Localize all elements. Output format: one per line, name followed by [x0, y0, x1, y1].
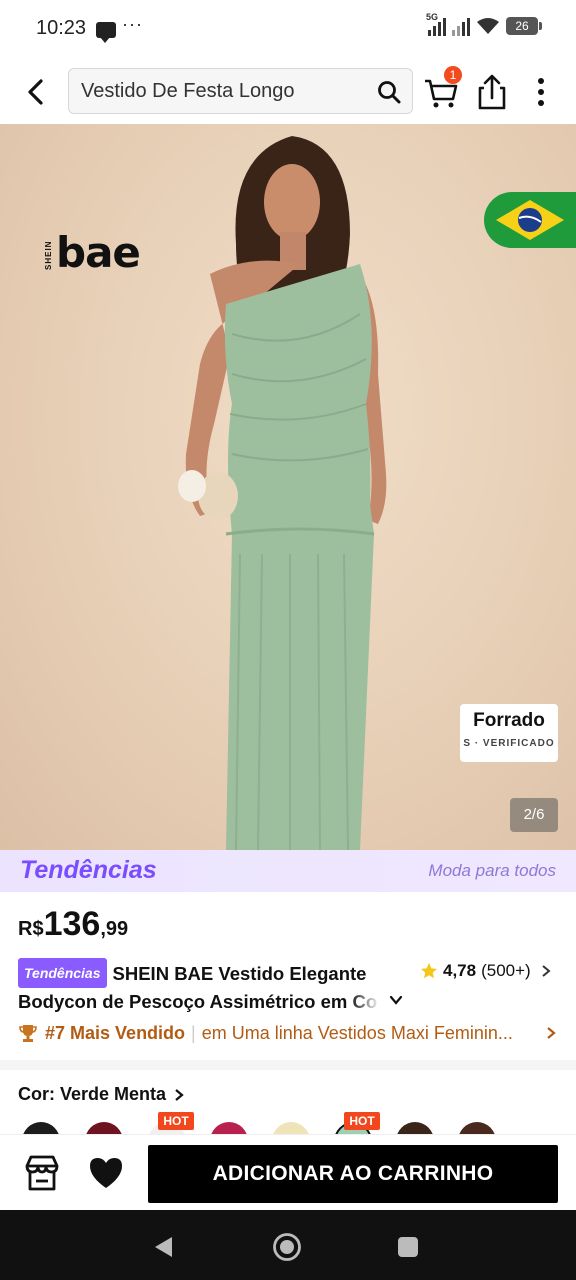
product-title-line2: Bodycon de Pescoço Assimétrico em Co	[18, 991, 378, 1012]
system-home-icon[interactable]	[272, 1232, 302, 1262]
color-label: Cor: Verde Menta	[18, 1084, 167, 1104]
signal-icon	[452, 16, 470, 36]
bestseller-separator: |	[191, 1022, 196, 1043]
wishlist-heart-icon[interactable]	[86, 1153, 126, 1193]
brand-logo: SHEIN bae	[44, 228, 164, 284]
wifi-icon	[477, 18, 499, 34]
chevron-right-icon	[175, 1088, 184, 1101]
product-title-line2-wrap: Bodycon de Pescoço Assimétrico em Co	[18, 988, 380, 1016]
expand-title-chevron-icon[interactable]	[388, 992, 404, 1008]
status-time: 10:23	[36, 17, 87, 39]
trends-banner[interactable]: Tendências Moda para todos	[0, 850, 576, 892]
trends-logo: Tendências	[20, 856, 157, 884]
color-selector-header[interactable]: Cor: Verde Menta	[18, 1084, 184, 1105]
bottom-action-bar: ADICIONAR AO CARRINHO	[0, 1134, 576, 1210]
image-page-counter: 2/6	[510, 798, 558, 832]
price-integer: 136	[43, 905, 101, 943]
lined-verified-badge: Forrado S · VERIFICADO	[460, 704, 558, 762]
hot-badge: HOT	[158, 1112, 194, 1130]
cart-count-badge: 1	[444, 66, 462, 84]
product-title-line1: SHEIN BAE Vestido Elegante	[112, 963, 367, 984]
brand-logo-small: SHEIN	[44, 240, 53, 270]
more-options-icon[interactable]	[526, 74, 556, 110]
trends-tagline: Moda para todos	[428, 861, 556, 880]
top-navigation: Vestido De Festa Longo 1	[0, 60, 576, 124]
hot-badge: HOT	[344, 1112, 380, 1130]
brazil-flag-icon[interactable]	[484, 192, 576, 248]
search-query: Vestido De Festa Longo	[81, 80, 295, 102]
trends-pill: Tendências	[18, 958, 107, 988]
battery-icon: 26	[506, 17, 542, 35]
price-cents: ,99	[100, 918, 129, 940]
system-back-icon[interactable]	[152, 1235, 174, 1259]
product-price: R$136,99	[18, 905, 128, 947]
flag-graphic	[496, 200, 564, 240]
status-bar: 10:23 ··· 5G 26	[0, 0, 576, 60]
back-arrow-icon[interactable]	[18, 74, 54, 110]
price-currency: R$	[18, 918, 44, 940]
share-icon[interactable]	[474, 72, 510, 112]
bestseller-rank-row[interactable]: #7 Mais Vendido | em Uma linha Vestidos …	[18, 1019, 558, 1047]
signal-5g-icon: 5G	[426, 12, 446, 36]
message-notification-icon	[96, 22, 116, 43]
add-to-cart-button[interactable]: ADICIONAR AO CARRINHO	[148, 1145, 558, 1203]
product-rating[interactable]: 4,78 (500+)	[420, 961, 552, 981]
trophy-icon	[19, 1025, 37, 1042]
verified-badge-subtitle: S · VERIFICADO	[463, 738, 555, 749]
network-type: 5G	[426, 12, 439, 22]
cart-button[interactable]: 1	[422, 66, 462, 112]
more-notifications-icon: ···	[122, 14, 143, 34]
rating-count: (500+)	[481, 961, 531, 980]
search-input[interactable]: Vestido De Festa Longo	[68, 68, 413, 114]
bestseller-rank: #7 Mais Vendido	[45, 1022, 186, 1043]
star-icon	[421, 963, 437, 979]
search-icon[interactable]	[376, 79, 402, 105]
store-icon[interactable]	[22, 1153, 62, 1193]
status-icons: 5G 26	[426, 12, 542, 36]
rating-score: 4,78	[443, 961, 477, 980]
product-title[interactable]: Tendências SHEIN BAE Vestido Elegante Bod…	[18, 958, 408, 1016]
bestseller-category: em Uma linha Vestidos Maxi Feminin...	[201, 1022, 513, 1043]
system-recents-icon[interactable]	[398, 1237, 418, 1257]
product-image-carousel[interactable]: SHEIN bae Forrado S · VERIFICADO 2/6	[0, 124, 576, 850]
brand-logo-text: bae	[56, 228, 141, 277]
chevron-right-icon	[547, 1027, 556, 1039]
chevron-right-icon	[542, 965, 551, 977]
lined-badge-title: Forrado	[473, 710, 545, 731]
system-navigation-bar	[0, 1210, 576, 1280]
section-divider	[0, 1060, 576, 1070]
